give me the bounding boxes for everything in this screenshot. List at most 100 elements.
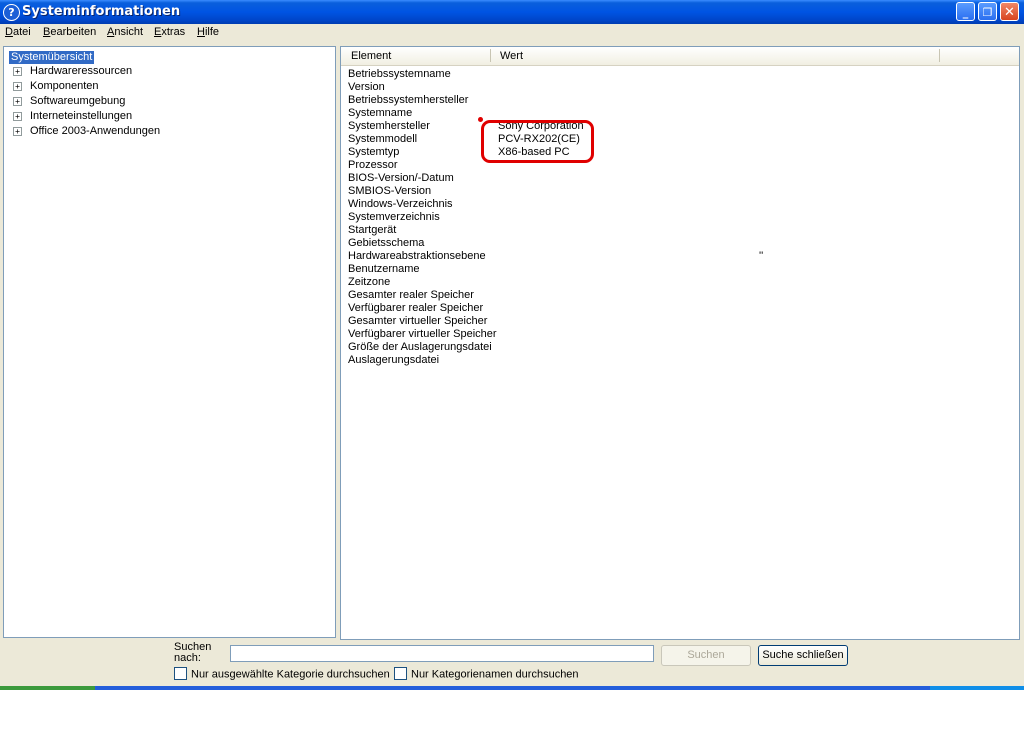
title-bar[interactable]: ? Systeminformationen _ ❐ ✕ [0,0,1024,24]
checkbox-category-names[interactable]: Nur Kategorienamen durchsuchen [394,667,579,681]
checkbox[interactable] [394,667,407,680]
minimize-button[interactable]: _ [956,2,975,21]
table-row[interactable]: Benutzername [348,263,1008,276]
checkbox-selected-category[interactable]: Nur ausgewählte Kategorie durchsuchen [174,667,390,681]
row-element: SMBIOS-Version [348,185,432,197]
table-row[interactable]: Verfügbarer realer Speicher [348,302,1008,315]
row-element: Systemmodell [348,133,418,145]
search-label-line2: nach: [174,652,201,664]
row-element: Verfügbarer realer Speicher [348,302,484,314]
close-button[interactable]: ✕ [1000,2,1019,21]
search-input[interactable] [230,645,654,662]
menu-bar: Datei Bearbeiten Ansicht Extras Hilfe [0,24,1024,42]
table-row[interactable]: Prozessor [348,159,1008,172]
column-header-wert[interactable]: Wert [500,50,523,62]
menu-datei[interactable]: Datei [5,26,31,38]
row-element: Prozessor [348,159,398,171]
menu-ansicht[interactable]: Ansicht [107,26,143,38]
table-row[interactable]: Verfügbarer virtueller Speicher [348,328,1008,341]
row-element: Systemhersteller [348,120,430,132]
table-row[interactable]: SMBIOS-Version [348,185,1008,198]
row-element: Systemtyp [348,146,400,158]
tree-item-office-2003[interactable]: + Office 2003-Anwendungen [13,125,160,138]
tree-item-systemuebersicht[interactable]: Systemübersicht [9,51,95,64]
tree-item-softwareumgebung[interactable]: + Softwareumgebung [13,95,125,108]
start-button[interactable] [0,686,95,690]
category-tree[interactable]: Systemübersicht + Hardwareressourcen + Kom… [3,46,336,638]
tree-item-komponenten[interactable]: + Komponenten [13,80,99,93]
table-row[interactable]: Auslagerungsdatei [348,354,1008,367]
system-info-app-icon: ? [3,4,20,21]
row-element: Systemname [348,107,413,119]
search-button[interactable]: Suchen [661,645,751,666]
row-element: Auslagerungsdatei [348,354,440,366]
expand-plus-icon[interactable]: + [13,126,22,136]
table-row[interactable]: Windows-Verzeichnis [348,198,1008,211]
expand-plus-icon[interactable]: + [13,96,22,106]
row-element: Gebietsschema [348,237,425,249]
tree-item-label: Office 2003-Anwendungen [30,125,161,137]
minimize-icon: _ [962,6,969,19]
expand-plus-icon[interactable]: + [13,66,22,76]
menu-accelerator: H [197,26,205,38]
menu-label: xtras [161,26,186,38]
search-bar: Suchen nach: Suchen Suche schließen Nur … [0,641,1024,690]
close-icon: ✕ [1004,5,1015,20]
table-row[interactable]: Betriebssystemname [348,68,1008,81]
table-row[interactable]: Startgerät [348,224,1008,237]
checkbox-label: Nur Kategorienamen durchsuchen [411,668,579,681]
menu-label: nsicht [114,26,144,38]
row-element: Hardwareabstraktionsebene [348,250,486,262]
table-row[interactable]: Größe der Auslagerungsdatei [348,341,1008,354]
table-row[interactable]: Version [348,81,1008,94]
row-element: Betriebssystemname [348,68,451,80]
annotation-dot [478,117,483,122]
column-divider[interactable] [490,49,491,62]
column-header-element[interactable]: Element [351,50,391,62]
table-row[interactable]: Betriebssystemhersteller [348,94,1008,107]
menu-bearbeiten[interactable]: Bearbeiten [43,26,96,38]
row-element: Größe der Auslagerungsdatei [348,341,492,353]
search-label: Suchen nach: [174,642,224,664]
menu-label: ilfe [204,26,220,38]
tree-item-interneteinstellungen[interactable]: + Interneteinstellungen [13,110,132,123]
table-row[interactable]: Zeitzone [348,276,1008,289]
row-element: Gesamter virtueller Speicher [348,315,488,327]
table-row[interactable]: Systemverzeichnis [348,211,1008,224]
menu-extras[interactable]: Extras [154,26,185,38]
row-element: Benutzername [348,263,420,275]
system-information-window: ? Systeminformationen _ ❐ ✕ Datei Bearbe… [0,0,1024,690]
row-element: Startgerät [348,224,397,236]
menu-label: earbeiten [50,26,97,38]
window-title: Systeminformationen [22,4,181,19]
details-list[interactable]: Element Wert Betriebssystemname Version Be… [340,46,1020,640]
taskbar [0,686,1024,690]
close-search-button[interactable]: Suche schließen [758,645,848,666]
tree-item-label: Hardwareressourcen [30,65,133,77]
row-element: Gesamter realer Speicher [348,289,474,301]
table-row[interactable]: Gesamter virtueller Speicher [348,315,1008,328]
tree-item-label: Komponenten [30,80,99,92]
table-row[interactable]: Systemname [348,107,1008,120]
tree-item-label: Interneteinstellungen [30,110,133,122]
row-element: Verfügbarer virtueller Speicher [348,328,497,340]
checkbox[interactable] [174,667,187,680]
expand-plus-icon[interactable]: + [13,81,22,91]
menu-accelerator: D [5,26,13,38]
annotation-highlight-box [481,120,594,163]
table-row[interactable]: Systemtyp X86-based PC [348,146,1008,159]
column-divider[interactable] [939,49,940,62]
table-row[interactable]: BIOS-Version/-Datum [348,172,1008,185]
checkbox-label: Nur ausgewählte Kategorie durchsuchen [191,668,390,681]
menu-hilfe[interactable]: Hilfe [197,26,219,38]
table-row[interactable]: Hardwareabstraktionsebene [348,250,1008,263]
restore-icon: ❐ [982,6,993,19]
table-row[interactable]: Systemmodell PCV-RX202(CE) [348,133,1008,146]
tree-item-hardwareressourcen[interactable]: + Hardwareressourcen [13,65,132,78]
table-row[interactable]: Systemhersteller Sony Corporation [348,120,1008,133]
expand-plus-icon[interactable]: + [13,111,22,121]
table-row[interactable]: Gebietsschema [348,237,1008,250]
table-row[interactable]: Gesamter realer Speicher [348,289,1008,302]
menu-label: atei [12,26,31,38]
maximize-button[interactable]: ❐ [978,2,997,21]
